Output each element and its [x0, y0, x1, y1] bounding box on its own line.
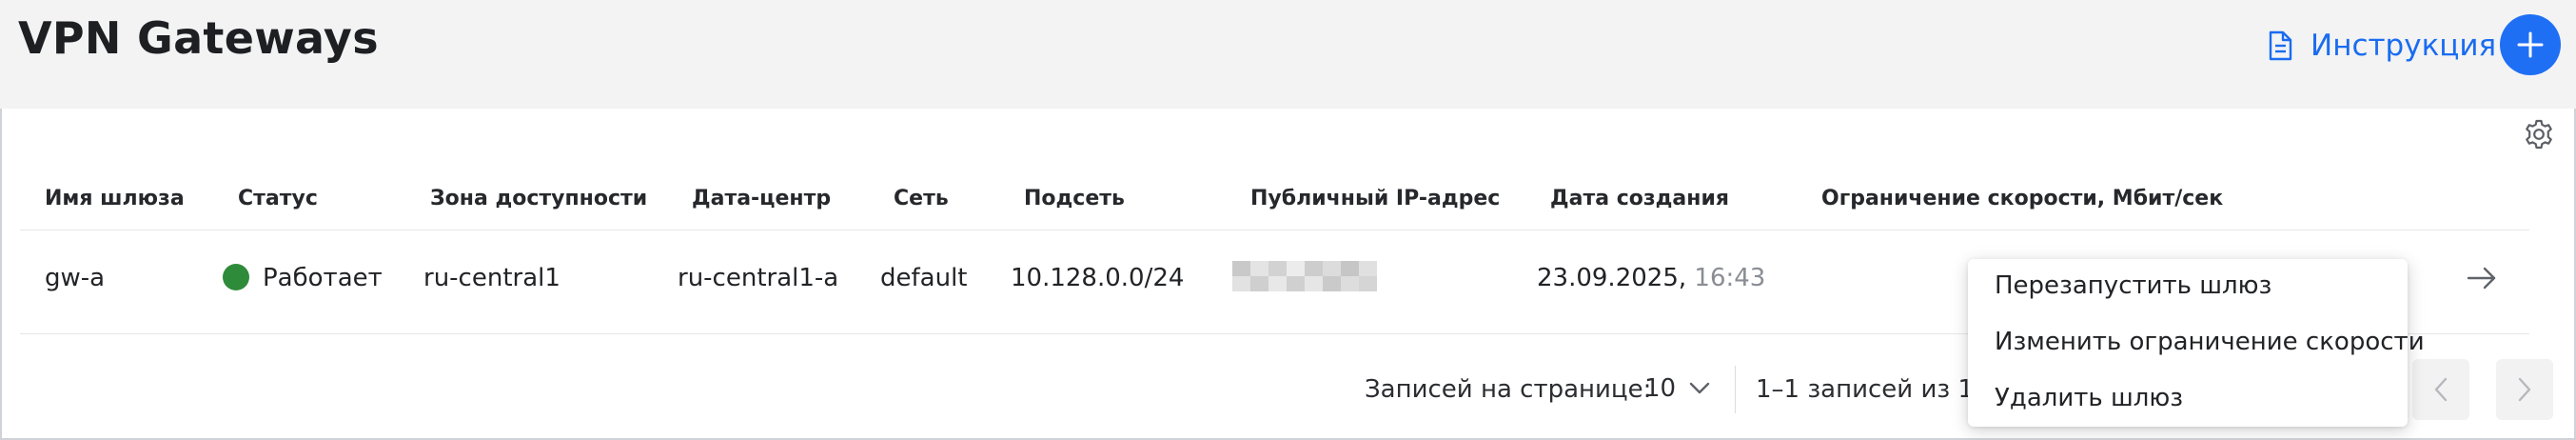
column-header-zone[interactable]: Зона доступности [430, 187, 647, 210]
rows-per-page-value: 10 [1644, 374, 1677, 403]
gateway-name[interactable]: gw-a [45, 264, 105, 292]
created-time: 16:43 [1694, 264, 1766, 292]
row-context-menu: Перезапустить шлюз Изменить ограничение … [1968, 259, 2425, 427]
chevron-left-icon [2434, 377, 2448, 402]
column-header-name[interactable]: Имя шлюза [45, 187, 185, 210]
add-gateway-button[interactable] [2500, 14, 2561, 75]
status-cell: Работает [223, 264, 383, 292]
instruction-label: Инструкция [2311, 29, 2497, 63]
column-header-datacenter[interactable]: Дата-центр [692, 187, 831, 210]
page-header: VPN Gateways Инструкция [0, 0, 2576, 109]
column-header-created[interactable]: Дата создания [1550, 187, 1729, 210]
column-header-subnet[interactable]: Подсеть [1024, 187, 1125, 210]
status-dot-icon [223, 264, 249, 290]
column-header-status[interactable]: Статус [238, 187, 318, 210]
rows-per-page-label: Записей на странице: [1365, 375, 1652, 404]
column-header-network[interactable]: Сеть [894, 187, 949, 210]
pagination-divider [1735, 366, 1736, 413]
status-text: Работает [263, 264, 383, 292]
column-header-public-ip[interactable]: Публичный IP-адрес [1250, 187, 1500, 210]
menu-item-restart-gateway[interactable]: Перезапустить шлюз [1995, 271, 2271, 300]
chevron-right-icon [2518, 377, 2531, 402]
created-cell: 23.09.2025, 16:43 [1537, 264, 1765, 292]
public-ip-redacted [1232, 261, 1377, 291]
arrow-right-icon[interactable] [2465, 263, 2499, 293]
subnet-cell: 10.128.0.0/24 [1011, 264, 1185, 292]
datacenter-cell: ru-central1-a [678, 264, 839, 292]
page-title: VPN Gateways [18, 12, 379, 64]
column-header-speed[interactable]: Ограничение скорости, Мбит/сек [1821, 187, 2223, 210]
created-date: 23.09.2025, [1537, 264, 1687, 292]
chevron-down-icon [1689, 382, 1710, 394]
instruction-link[interactable]: Инструкция [2267, 21, 2496, 70]
records-range: 1–1 записей из 1 [1756, 375, 1974, 404]
next-page-button[interactable] [2496, 359, 2553, 420]
menu-item-delete-gateway[interactable]: Удалить шлюз [1995, 384, 2183, 412]
zone-cell: ru-central1 [423, 264, 560, 292]
previous-page-button[interactable] [2412, 359, 2469, 420]
menu-item-change-speed-limit[interactable]: Изменить ограничение скорости [1995, 328, 2425, 356]
network-cell: default [880, 264, 968, 292]
rows-per-page-select[interactable]: 10 [1644, 371, 1710, 406]
gear-icon[interactable] [2523, 118, 2555, 150]
document-icon [2269, 30, 2292, 61]
plus-icon [2517, 31, 2544, 58]
